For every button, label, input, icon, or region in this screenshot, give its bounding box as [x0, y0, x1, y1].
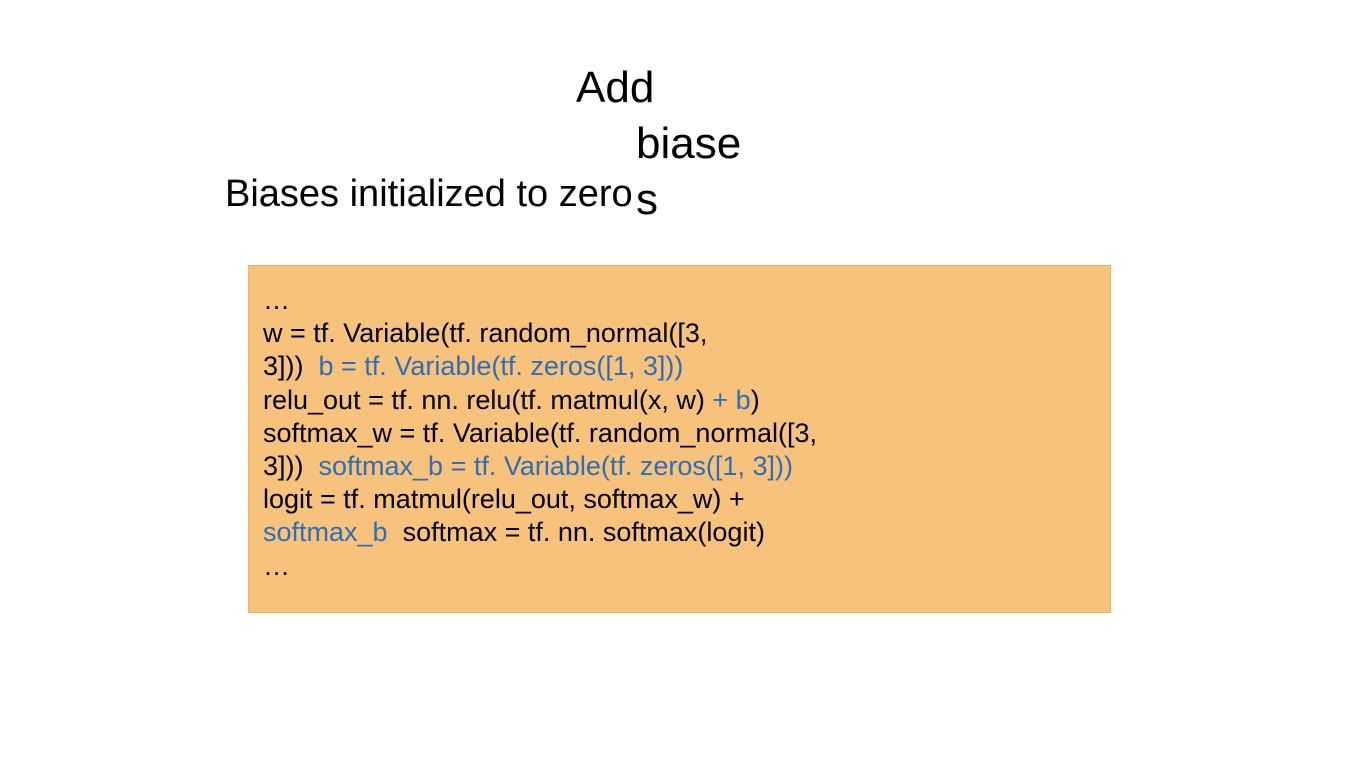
code-line-8: … — [263, 550, 1096, 583]
title-line-1: Add — [576, 62, 654, 115]
code-line-3a: relu_out = tf. nn. relu(tf. matmul(x, w) — [263, 385, 705, 415]
code-line-7b: softmax = tf. nn. softmax(logit) — [388, 517, 765, 547]
code-line-5a: 3])) — [263, 451, 319, 481]
code-line-3b-highlight: + b — [705, 385, 751, 415]
code-line-3c: ) — [751, 385, 760, 415]
code-line-5b-highlight: softmax_b = tf. Variable(tf. zeros([1, 3… — [319, 451, 793, 481]
slide: Add biase s Biases initialized to zero …… — [0, 0, 1365, 768]
code-line-3: relu_out = tf. nn. relu(tf. matmul(x, w)… — [263, 384, 1096, 417]
code-line-7: softmax_b softmax = tf. nn. softmax(logi… — [263, 516, 1096, 549]
code-line-4: softmax_w = tf. Variable(tf. random_norm… — [263, 417, 1096, 450]
title-line-2: biase — [636, 118, 741, 171]
code-box: … w = tf. Variable(tf. random_normal([3,… — [248, 265, 1111, 613]
title-s-overlay: s — [636, 174, 658, 227]
code-line-2b-highlight: b = tf. Variable(tf. zeros([1, 3])) — [319, 351, 684, 381]
code-line-2: 3])) b = tf. Variable(tf. zeros([1, 3])) — [263, 350, 1096, 383]
code-line-5: 3])) softmax_b = tf. Variable(tf. zeros(… — [263, 450, 1096, 483]
subtitle: Biases initialized to zero — [225, 172, 633, 218]
code-line-6: logit = tf. matmul(relu_out, softmax_w) … — [263, 483, 1096, 516]
code-line-0: … — [263, 284, 1096, 317]
code-line-7a-highlight: softmax_b — [263, 517, 388, 547]
code-line-1: w = tf. Variable(tf. random_normal([3, — [263, 317, 1096, 350]
code-line-2a: 3])) — [263, 351, 319, 381]
